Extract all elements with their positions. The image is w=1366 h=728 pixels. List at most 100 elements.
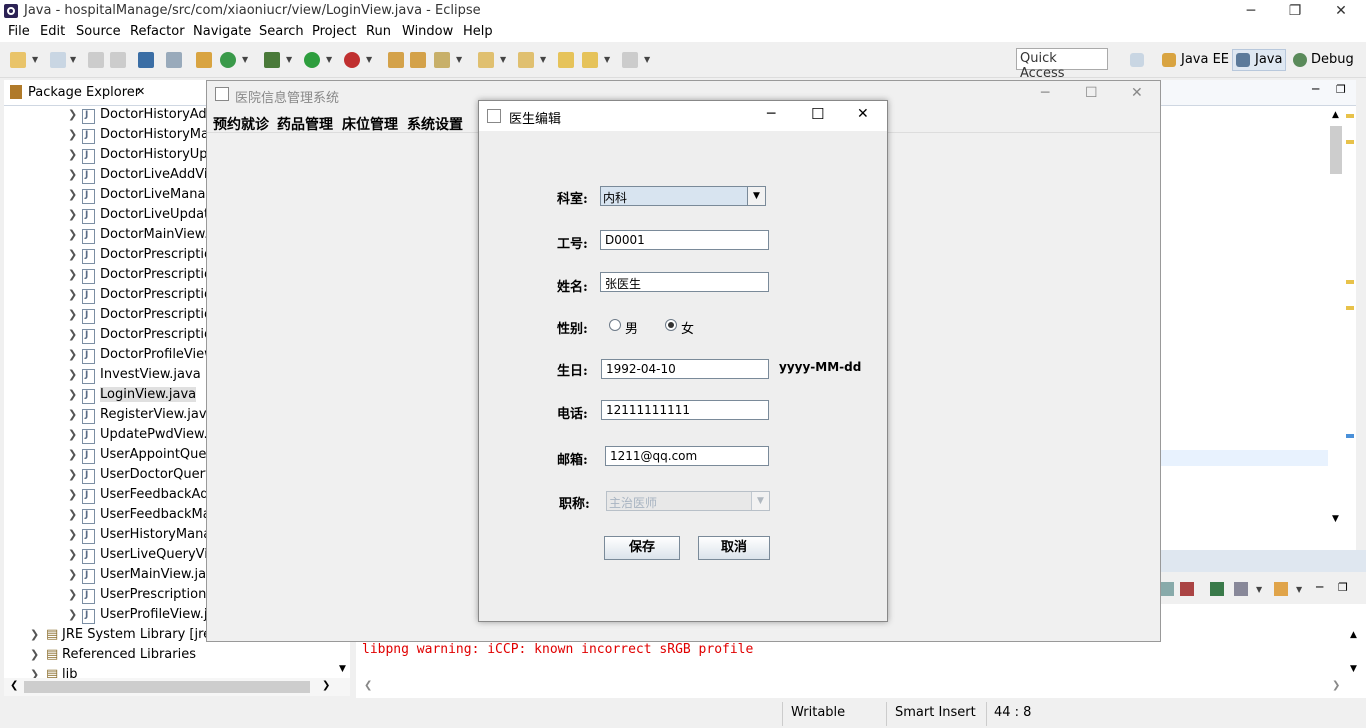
package-explorer-title[interactable]: Package Explorer xyxy=(28,85,140,100)
minimize-view-icon[interactable]: ─ xyxy=(1316,580,1323,594)
package-icon[interactable] xyxy=(196,52,212,68)
chevron-right-icon[interactable]: ❯ xyxy=(68,228,77,241)
menu-file[interactable]: File xyxy=(8,24,30,39)
menu-help[interactable]: Help xyxy=(463,24,493,39)
chevron-right-icon[interactable]: ❯ xyxy=(68,128,77,141)
open-type-icon[interactable] xyxy=(388,52,404,68)
save-icon[interactable] xyxy=(88,52,104,68)
chevron-down-icon[interactable]: ▼ xyxy=(366,55,372,64)
chevron-right-icon[interactable]: ❯ xyxy=(68,308,77,321)
pin-console-icon[interactable] xyxy=(1210,582,1224,596)
chevron-down-icon[interactable]: ▼ xyxy=(604,55,610,64)
dept-select[interactable]: 内科 ▼ xyxy=(600,186,766,206)
open-task-icon[interactable] xyxy=(410,52,426,68)
minimize-button[interactable]: ─ xyxy=(1041,85,1049,101)
menu-window[interactable]: Window xyxy=(402,24,453,39)
menu-project[interactable]: Project xyxy=(312,24,356,39)
new-file-icon[interactable] xyxy=(50,52,66,68)
chevron-down-icon[interactable]: ▼ xyxy=(644,55,650,64)
chevron-right-icon[interactable]: ❯ xyxy=(68,348,77,361)
editor-hscroll[interactable] xyxy=(1160,550,1366,572)
menu-appointment[interactable]: 预约就诊 xyxy=(213,114,269,134)
chevron-right-icon[interactable]: ❯ xyxy=(68,448,77,461)
menu-bed[interactable]: 床位管理 xyxy=(342,114,398,134)
chevron-right-icon[interactable]: ❯ xyxy=(30,648,39,661)
warning-marker[interactable] xyxy=(1346,306,1354,310)
chevron-right-icon[interactable]: ❯ xyxy=(68,488,77,501)
menu-refactor[interactable]: Refactor xyxy=(130,24,185,39)
menu-search[interactable]: Search xyxy=(259,24,304,39)
scroll-up-icon[interactable]: ▲ xyxy=(1350,630,1357,640)
chevron-right-icon[interactable]: ❯ xyxy=(30,628,39,641)
warning-marker[interactable] xyxy=(1346,140,1354,144)
minimize-view-icon[interactable]: ─ xyxy=(1312,82,1319,96)
chevron-down-icon[interactable]: ▼ xyxy=(747,187,765,205)
occurrence-marker[interactable] xyxy=(1346,434,1354,438)
chevron-down-icon[interactable]: ▼ xyxy=(70,55,76,64)
perspective-debug[interactable]: Debug xyxy=(1311,52,1354,67)
chevron-down-icon[interactable]: ▼ xyxy=(1296,585,1302,594)
chevron-right-icon[interactable]: ❯ xyxy=(68,368,77,381)
maximize-button[interactable]: ☐ xyxy=(1085,85,1098,101)
scroll-down-icon[interactable]: ▼ xyxy=(339,664,346,674)
chevron-right-icon[interactable]: ❯ xyxy=(68,408,77,421)
menu-navigate[interactable]: Navigate xyxy=(193,24,251,39)
chevron-right-icon[interactable]: ❯ xyxy=(68,588,77,601)
last-edit-icon[interactable] xyxy=(558,52,574,68)
chevron-right-icon[interactable]: ❯ xyxy=(68,428,77,441)
gender-female-radio[interactable] xyxy=(665,319,677,331)
birth-input[interactable]: 1992-04-10 xyxy=(601,359,769,379)
scroll-right-icon[interactable]: ❯ xyxy=(1332,680,1340,691)
id-input[interactable]: D0001 xyxy=(600,230,769,250)
scroll-down-icon[interactable]: ▼ xyxy=(1332,514,1339,524)
maximize-view-icon[interactable]: ❐ xyxy=(1338,581,1348,594)
chevron-right-icon[interactable]: ❯ xyxy=(68,328,77,341)
warning-marker[interactable] xyxy=(1346,114,1354,118)
back-icon[interactable] xyxy=(582,52,598,68)
scroll-left-icon[interactable]: ❮ xyxy=(10,680,18,691)
perspective-java[interactable]: Java xyxy=(1255,52,1282,67)
chevron-right-icon[interactable]: ❯ xyxy=(68,548,77,561)
warning-marker[interactable] xyxy=(1346,280,1354,284)
next-annotation-icon[interactable] xyxy=(478,52,494,68)
chevron-right-icon[interactable]: ❯ xyxy=(68,188,77,201)
console-options-icon[interactable] xyxy=(1160,582,1174,596)
perspective-java-ee[interactable]: Java EE xyxy=(1181,52,1229,67)
quick-access-input[interactable]: Quick Access xyxy=(1016,48,1108,81)
menu-edit[interactable]: Edit xyxy=(40,24,65,39)
forward-icon[interactable] xyxy=(622,52,638,68)
close-button[interactable]: ✕ xyxy=(1131,85,1143,101)
chevron-right-icon[interactable]: ❯ xyxy=(68,288,77,301)
chevron-down-icon[interactable]: ▼ xyxy=(242,55,248,64)
chevron-right-icon[interactable]: ❯ xyxy=(68,388,77,401)
run-icon[interactable] xyxy=(304,52,320,68)
prev-annotation-icon[interactable] xyxy=(518,52,534,68)
chevron-right-icon[interactable]: ❯ xyxy=(68,248,77,261)
search-icon[interactable] xyxy=(434,52,450,68)
tree-horizontal-scrollbar[interactable]: ❮ ❯ xyxy=(4,678,350,696)
menu-medicine[interactable]: 药品管理 xyxy=(277,114,333,134)
menu-settings[interactable]: 系统设置 xyxy=(407,114,463,134)
chevron-right-icon[interactable]: ❯ xyxy=(68,508,77,521)
save-button[interactable]: 保存 xyxy=(604,536,680,560)
doctor-edit-dialog[interactable]: 医生编辑 ─ ☐ ✕ 科室: 内科 ▼ 工号: D0001 姓名: 张医生 性别… xyxy=(478,100,888,622)
new-icon[interactable] xyxy=(10,52,26,68)
chevron-right-icon[interactable]: ❯ xyxy=(68,148,77,161)
scroll-left-icon[interactable]: ❮ xyxy=(364,680,372,691)
minimize-button[interactable]: ─ xyxy=(767,106,775,122)
chevron-right-icon[interactable]: ❯ xyxy=(68,168,77,181)
maximize-button[interactable]: ❐ xyxy=(1272,0,1318,22)
display-console-icon[interactable] xyxy=(1234,582,1248,596)
email-input[interactable]: 1211@qq.com xyxy=(605,446,769,466)
chevron-down-icon[interactable]: ▼ xyxy=(286,55,292,64)
chevron-down-icon[interactable]: ▼ xyxy=(500,55,506,64)
refresh-icon[interactable] xyxy=(220,52,236,68)
chevron-right-icon[interactable]: ❯ xyxy=(30,668,39,678)
chevron-down-icon[interactable]: ▼ xyxy=(1256,585,1262,594)
editor-scroll-thumb[interactable] xyxy=(1330,126,1342,174)
save-all-icon[interactable] xyxy=(110,52,126,68)
remove-launches-icon[interactable] xyxy=(1180,582,1194,596)
scroll-up-icon[interactable]: ▲ xyxy=(1332,110,1339,120)
chevron-right-icon[interactable]: ❯ xyxy=(68,468,77,481)
cancel-button[interactable]: 取消 xyxy=(698,536,770,560)
